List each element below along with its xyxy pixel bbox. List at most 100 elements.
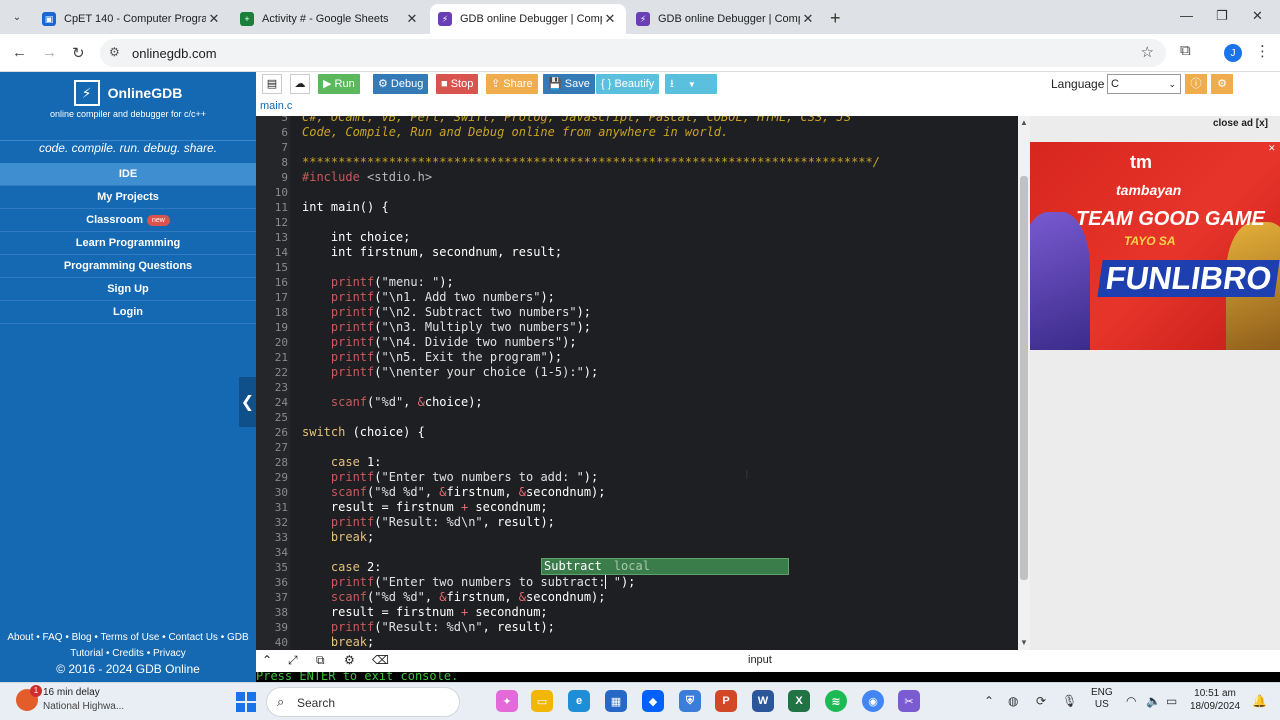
word-icon[interactable]: W (752, 690, 774, 712)
site-info-icon[interactable]: ⚙ (109, 45, 120, 59)
battery-icon[interactable]: ▭ (1166, 694, 1177, 708)
volume-icon[interactable]: 🔈 (1146, 694, 1161, 708)
code-line: 11 int main() { (274, 200, 389, 214)
sidebar-item-sign-up[interactable]: Sign Up (0, 278, 256, 301)
window-close-button[interactable]: ✕ (1252, 8, 1263, 24)
footer-links[interactable]: About • FAQ • Blog • Terms of Use • Cont… (0, 630, 256, 662)
browser-tab-1[interactable]: ▣ CpET 140 - Computer Programming ✕ (34, 4, 230, 34)
new-tab-button[interactable]: + (830, 8, 841, 29)
collapse-sidebar-chevron-left-icon[interactable]: ❮ (239, 377, 256, 427)
edge-browser-icon[interactable]: e (568, 690, 590, 712)
profile-avatar[interactable]: J (1224, 44, 1242, 62)
browser-tab-3-active[interactable]: ⚡ GDB online Debugger | Compiler ✕ (430, 4, 626, 34)
code-line: 37 scanf("%d %d", &firstnum, &secondnum)… (274, 590, 606, 604)
logo[interactable]: ⚡ OnlineGDB (0, 80, 256, 106)
tray-app-icon[interactable]: ◍ (1008, 694, 1018, 708)
taskbar-search[interactable]: ⌕ Search (266, 687, 460, 717)
maximize-button[interactable]: ❐ (1216, 8, 1228, 24)
autocomplete-suggestion[interactable]: Subtract local (541, 558, 789, 575)
footer-links-line-2[interactable]: Tutorial • Credits • Privacy (0, 646, 256, 662)
url-text[interactable]: onlinegdb.com (132, 46, 217, 61)
share-button[interactable]: ⇪ Share (486, 74, 538, 94)
adchoices-close-icon[interactable]: ✕ (1268, 143, 1276, 154)
sidebar-item-programming-questions[interactable]: Programming Questions (0, 255, 256, 278)
windows-start-icon[interactable] (236, 692, 256, 712)
footer-links-line-1[interactable]: About • FAQ • Blog • Terms of Use • Cont… (0, 630, 256, 646)
upload-cloud-icon[interactable]: ☁ (290, 74, 310, 94)
close-ad-link[interactable]: close ad [x] (1213, 118, 1268, 129)
sidebar-item-learn-programming[interactable]: Learn Programming (0, 232, 256, 255)
autocomplete-type: local (613, 559, 650, 573)
chrome-icon[interactable]: ◉ (862, 690, 884, 712)
caret-down-icon: ▼ (687, 80, 696, 89)
download-icon: ⭳ (670, 78, 674, 90)
sidebar-item-classroom[interactable]: Classroom new (0, 209, 256, 232)
close-icon[interactable]: ✕ (800, 11, 816, 27)
defender-shield-icon[interactable]: ⛨ (679, 690, 701, 712)
file-explorer-icon[interactable]: ▭ (531, 690, 553, 712)
run-button[interactable]: ▶ Run (318, 74, 360, 94)
download-button[interactable]: ⭳ ▼ (665, 74, 717, 94)
settings-icon[interactable]: ⚙ (344, 653, 355, 667)
info-icon[interactable]: ⓘ (1185, 74, 1207, 94)
chevron-up-icon[interactable]: ⌃ (262, 653, 272, 667)
expand-icon[interactable]: ⤢ (288, 653, 298, 668)
sidebar-item-label: My Projects (97, 191, 159, 203)
tray-sync-icon[interactable]: ⟳ (1036, 694, 1046, 708)
save-button[interactable]: 💾 Save (543, 74, 595, 94)
scroll-down-arrow-icon[interactable]: ▼ (1020, 638, 1028, 647)
scrollbar-thumb[interactable] (1020, 176, 1028, 580)
spotify-icon[interactable]: ≋ (825, 690, 847, 712)
ad-line-2: TAYO SA (1124, 234, 1176, 248)
code-line: 8 ***************************************… (281, 155, 880, 169)
bookmark-star-icon[interactable]: ☆ (1141, 43, 1154, 61)
browser-tab-4[interactable]: ⚡ GDB online Debugger | Compiler ✕ (628, 4, 824, 34)
microsoft-store-icon[interactable]: ▦ (605, 690, 627, 712)
settings-gear-icon[interactable]: ⚙ (1211, 74, 1233, 94)
copilot-icon[interactable]: ✦ (496, 690, 518, 712)
powerpoint-icon[interactable]: P (715, 690, 737, 712)
browser-tab-strip: ⌄ ▣ CpET 140 - Computer Programming ✕ + … (0, 0, 1280, 34)
close-icon[interactable]: ✕ (404, 11, 420, 27)
browser-tab-2[interactable]: + Activity # - Google Sheets ✕ (232, 4, 428, 34)
code-line: 19 printf("\n3. Multiply two numbers"); (274, 320, 592, 334)
clock[interactable]: 10:51 am 18/09/2024 (1190, 687, 1240, 713)
excel-icon[interactable]: X (788, 690, 810, 712)
language-select[interactable]: C ⌄ (1107, 74, 1181, 94)
reload-icon[interactable]: ↻ (72, 44, 85, 62)
scroll-up-arrow-icon[interactable]: ▲ (1020, 118, 1028, 127)
input-language[interactable]: ENG US (1091, 687, 1113, 711)
omnibox[interactable]: ⚙ onlinegdb.com ☆ (100, 39, 1166, 67)
snipping-tool-icon[interactable]: ✂ (898, 690, 920, 712)
microphone-icon[interactable]: 🎙 (1062, 694, 1077, 708)
minimize-button[interactable]: — (1180, 8, 1193, 23)
close-icon[interactable]: ✕ (206, 11, 222, 27)
ad-banner[interactable]: tm tambayan TEAM GOOD GAME TAYO SA FUNLI… (1030, 142, 1280, 350)
console-output[interactable]: Press ENTER to exit console. (256, 672, 1280, 682)
code-line: 32 printf("Result: %d\n", result); (274, 515, 555, 529)
sidebar-item-login[interactable]: Login (0, 301, 256, 324)
sidebar-item-ide[interactable]: IDE (0, 163, 256, 186)
language-value: C (1111, 78, 1119, 90)
clear-console-icon[interactable]: ⌫ (372, 653, 389, 667)
stop-button[interactable]: ■ Stop (436, 74, 479, 94)
notification-bell-icon[interactable]: 🔔 (1252, 694, 1267, 708)
wifi-icon[interactable]: ◠ (1126, 694, 1136, 708)
sidebar-item-my-projects[interactable]: My Projects (0, 186, 256, 209)
beautify-button[interactable]: { } Beautify (596, 74, 660, 94)
tray-overflow-chevron-icon[interactable]: ⌃ (984, 694, 994, 708)
editor-scrollbar[interactable]: ▲ ▼ (1018, 116, 1030, 650)
new-file-icon[interactable]: ▤ (262, 74, 282, 94)
address-bar-row: ← → ↻ ⚙ onlinegdb.com ☆ (0, 34, 1280, 72)
copy-icon[interactable]: ⧉ (316, 653, 325, 668)
browser-menu-icon[interactable]: ⋮ (1255, 42, 1270, 60)
extensions-icon[interactable]: ⧉ (1180, 42, 1191, 59)
debug-button[interactable]: ⚙ Debug (373, 74, 429, 94)
forward-icon[interactable]: → (42, 44, 57, 61)
close-icon[interactable]: ✕ (602, 11, 618, 27)
file-tab-main-c[interactable]: main.c (260, 100, 292, 112)
back-icon[interactable]: ← (12, 44, 27, 61)
dropbox-icon[interactable]: ◆ (642, 690, 664, 712)
tab-search-dropdown[interactable]: ⌄ (6, 6, 28, 28)
widget-line-1: 16 min delay (43, 687, 100, 698)
